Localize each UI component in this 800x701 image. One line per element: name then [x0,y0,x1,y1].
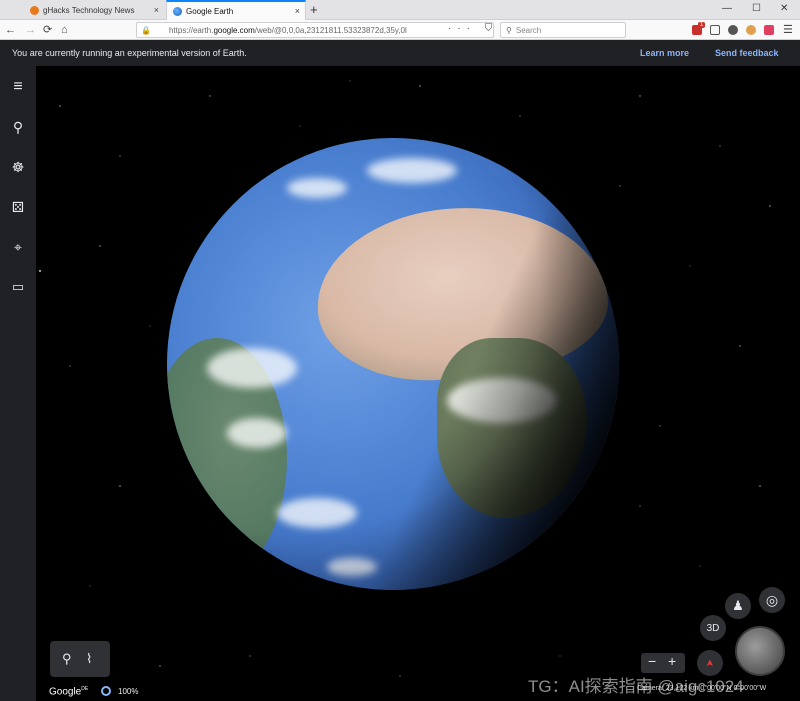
zoom-out-button[interactable]: − [648,653,656,669]
logo-suffix: DE [81,686,89,692]
monkey-extension-icon[interactable] [746,25,756,35]
google-earth-favicon-icon [173,6,182,16]
search-icon: ⚲ [506,25,512,35]
drawing-tools: ⚲ ⌇ [50,641,110,677]
url-bar[interactable]: 🔒 https://earth. google.com/web/@0,0,0a,2… [136,22,494,38]
new-tab-button[interactable]: + [310,2,318,17]
projects-icon[interactable]: ⌖ [9,238,27,256]
search-input[interactable]: ⚲ Search [500,22,626,38]
menu-icon[interactable]: ≡ [9,78,27,96]
my-location-button[interactable]: ◎ [759,587,785,613]
ghacks-favicon-icon [30,5,39,15]
zoom-in-button[interactable]: + [668,653,676,669]
url-prefix: https://earth. [168,25,214,35]
path-icon[interactable]: ⌇ [86,651,92,667]
tab-ghacks[interactable]: gHacks Technology News × [24,0,164,20]
reload-button[interactable]: ⟳ [43,23,52,37]
tab-label: Google Earth [186,6,234,16]
search-icon[interactable]: ⚲ [9,118,27,136]
tab-strip: gHacks Technology News × Google Earth × … [0,0,800,20]
close-tab-icon[interactable]: × [154,5,159,15]
atmosphere-shading [167,138,619,590]
earth-sidebar: ≡ ⚲ ☸ ⚄ ⌖ ▭ [0,66,36,701]
placemark-icon[interactable]: ⚲ [62,651,72,667]
watermark: TG：AI探索指南 @aigc1024 [528,677,744,696]
voyager-icon[interactable]: ☸ [9,158,27,176]
close-window-button[interactable]: ✕ [780,3,788,14]
mini-globe[interactable] [735,626,785,676]
earth-viewport[interactable]: ≡ ⚲ ☸ ⚄ ⌖ ▭ ⚲ ⌇ GoogleDE 100% ♟ ◎ 3D − +… [0,66,800,701]
home-button[interactable]: ⌂ [61,23,68,37]
send-feedback-link[interactable]: Send feedback [715,48,779,58]
back-button[interactable]: ← [5,23,16,37]
account-icon[interactable] [728,25,738,35]
maximize-button[interactable]: ☐ [752,3,761,14]
sidebar-toggle-icon[interactable] [710,25,720,35]
experimental-banner: You are currently running an experimenta… [0,40,800,66]
minimize-button[interactable]: — [722,3,732,14]
close-tab-icon[interactable]: × [295,6,300,16]
logo-text: Google [49,686,82,698]
url-host: google.com [213,25,255,35]
tab-google-earth[interactable]: Google Earth × [166,0,306,20]
banner-message: You are currently running an experimenta… [12,48,247,58]
load-percent: 100% [118,687,139,696]
google-logo: GoogleDE [49,686,88,697]
zoom-controls: − + [641,653,685,673]
search-placeholder: Search [515,25,542,35]
earth-globe[interactable] [167,138,619,590]
tab-label: gHacks Technology News [43,5,135,15]
measure-icon[interactable]: ▭ [9,278,27,296]
menu-button[interactable]: ☰ [783,23,793,37]
learn-more-link[interactable]: Learn more [640,48,689,58]
navigation-toolbar: ← → ⟳ ⌂ 🔒 https://earth. google.com/web/@… [0,20,800,40]
feeling-lucky-icon[interactable]: ⚄ [9,198,27,216]
loading-indicator-icon [101,686,111,696]
pegman-button[interactable]: ♟ [725,593,751,619]
toggle-3d-button[interactable]: 3D [700,615,726,641]
forward-button[interactable]: → [25,23,36,37]
url-path: /web/@0,0,0a,23121811.53323872d,35y,0l [254,25,407,35]
lock-icon: 🔒 [141,25,151,35]
pocket-extension-icon[interactable] [764,25,774,35]
extension-badge: 1 [698,22,706,28]
